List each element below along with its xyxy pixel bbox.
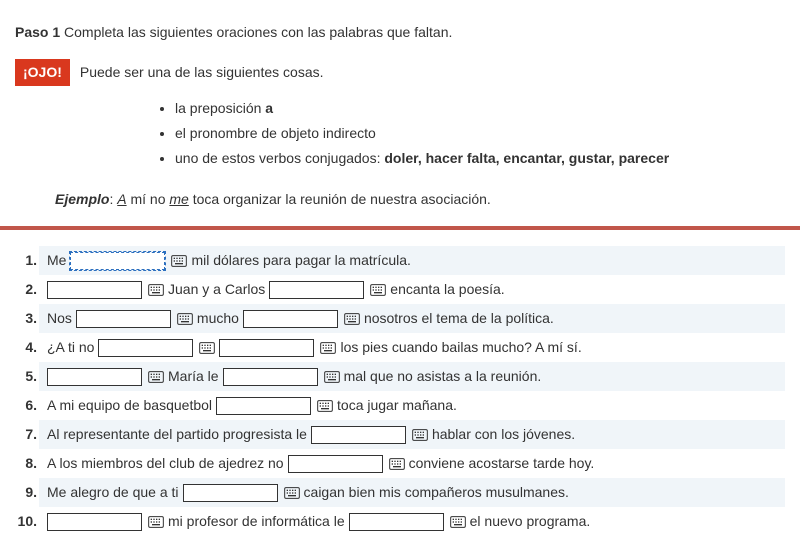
list-item: la preposición a [175,98,785,119]
answer-input[interactable] [183,484,278,502]
question-row: Nos mucho nosotros el tema de la polític… [39,304,785,333]
paso-text: Completa las siguientes oraciones con la… [64,24,452,40]
keyboard-icon[interactable] [344,312,360,326]
question-row: A los miembros del club de ajedrez no co… [39,449,785,478]
answer-input[interactable] [70,252,165,270]
question-row: Me alegro de que a ti caigan bien mis co… [39,478,785,507]
bullet-bold: a [265,100,273,116]
keyboard-icon[interactable] [412,428,428,442]
questions-list: Me mil dólares para pagar la matrícula. … [15,246,785,536]
example-text: mí no [127,191,170,207]
keyboard-icon[interactable] [324,370,340,384]
keyboard-icon[interactable] [450,515,466,529]
question-row: A mi equipo de basquetbol toca jugar mañ… [39,391,785,420]
question-text: toca jugar mañana. [337,395,457,416]
ojo-row: ¡OJO! Puede ser una de las siguientes co… [15,59,785,86]
bullet-list: la preposición a el pronombre de objeto … [15,98,785,169]
answer-input[interactable] [98,339,193,357]
question-text: nosotros el tema de la política. [364,308,554,329]
example-underline: me [169,191,188,207]
keyboard-icon[interactable] [171,254,187,268]
question-text: los pies cuando bailas mucho? A mí sí. [340,337,581,358]
keyboard-icon[interactable] [284,486,300,500]
keyboard-icon[interactable] [320,341,336,355]
question-text: el nuevo programa. [470,511,591,532]
paso-header: Paso 1 Completa las siguientes oraciones… [15,22,785,43]
question-row: mi profesor de informática le el nuevo p… [39,507,785,536]
keyboard-icon[interactable] [148,370,164,384]
answer-input[interactable] [47,513,142,531]
question-text: conviene acostarse tarde hoy. [409,453,595,474]
answer-input[interactable] [269,281,364,299]
example-underline: A [117,191,126,207]
question-text: ¿A ti no [47,337,94,358]
paso-label: Paso 1 [15,24,60,40]
answer-input[interactable] [219,339,314,357]
question-row: Me mil dólares para pagar la matrícula. [39,246,785,275]
question-text: mil dólares para pagar la matrícula. [191,250,410,271]
question-row: ¿A ti no los pies cuando bailas mucho? A… [39,333,785,362]
question-text: María le [168,366,219,387]
question-text: Me alegro de que a ti [47,482,179,503]
question-text: A los miembros del club de ajedrez no [47,453,284,474]
list-item: el pronombre de objeto indirecto [175,123,785,144]
question-text: Al representante del partido progresista… [47,424,307,445]
answer-input[interactable] [311,426,406,444]
example-text: toca organizar la reunión de nuestra aso… [189,191,491,207]
bullet-text: la preposición [175,100,265,116]
answer-input[interactable] [47,368,142,386]
list-item: uno de estos verbos conjugados: doler, h… [175,148,785,169]
answer-input[interactable] [288,455,383,473]
question-text: A mi equipo de basquetbol [47,395,212,416]
keyboard-icon[interactable] [199,341,215,355]
question-text: mucho [197,308,239,329]
question-text: mal que no asistas a la reunión. [344,366,542,387]
bullet-bold: doler, hacer falta, encantar, gustar, pa… [384,150,669,166]
bullet-text: uno de estos verbos conjugados: [175,150,384,166]
ojo-badge: ¡OJO! [15,59,70,86]
question-row: María le mal que no asistas a la reunión… [39,362,785,391]
example-label: Ejemplo [55,191,109,207]
question-text: Nos [47,308,72,329]
keyboard-icon[interactable] [148,283,164,297]
keyboard-icon[interactable] [389,457,405,471]
answer-input[interactable] [223,368,318,386]
question-text: caigan bien mis compañeros musulmanes. [304,482,569,503]
question-row: Juan y a Carlos encanta la poesía. [39,275,785,304]
question-text: encanta la poesía. [390,279,504,300]
ojo-text: Puede ser una de las siguientes cosas. [80,62,324,83]
example-row: Ejemplo: A mí no me toca organizar la re… [55,189,785,210]
keyboard-icon[interactable] [177,312,193,326]
keyboard-icon[interactable] [317,399,333,413]
answer-input[interactable] [243,310,338,328]
answer-input[interactable] [349,513,444,531]
answer-input[interactable] [76,310,171,328]
answer-input[interactable] [216,397,311,415]
keyboard-icon[interactable] [148,515,164,529]
keyboard-icon[interactable] [370,283,386,297]
question-row: Al representante del partido progresista… [39,420,785,449]
answer-input[interactable] [47,281,142,299]
question-text: Me [47,250,66,271]
question-text: Juan y a Carlos [168,279,265,300]
question-text: mi profesor de informática le [168,511,345,532]
separator [0,226,800,230]
question-text: hablar con los jóvenes. [432,424,575,445]
